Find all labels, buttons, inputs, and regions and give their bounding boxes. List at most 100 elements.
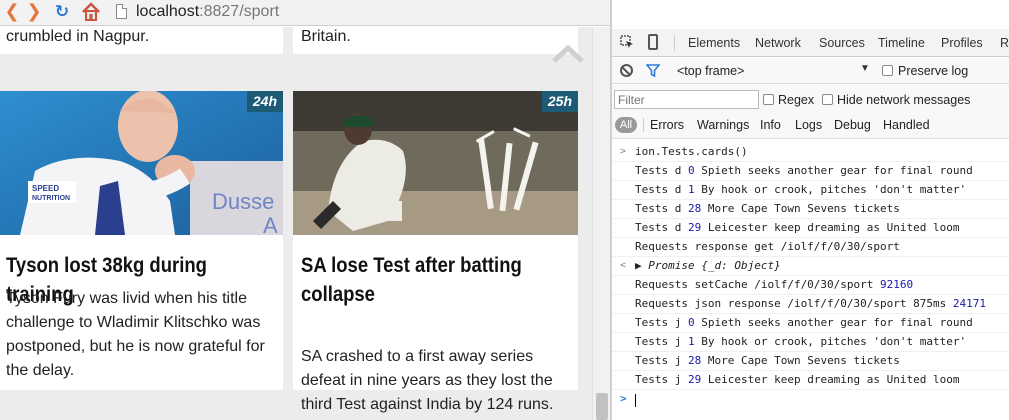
console-message-text: Tests d 28 More Cape Town Sevens tickets bbox=[635, 200, 900, 218]
article-card[interactable]: 25h SA lose Test after batting collapse … bbox=[293, 91, 578, 413]
console-message-text: Tests j 0 Spieth seeks another gear for … bbox=[635, 314, 973, 332]
url-host: localhost bbox=[136, 3, 200, 20]
previous-card-text: crumbled in Nagpur. bbox=[6, 28, 150, 45]
level-errors[interactable]: Errors bbox=[650, 118, 684, 132]
console-message: Requests setCache /iolf/f/0/30/sport 921… bbox=[612, 276, 1009, 295]
message-number: 0 bbox=[687, 316, 695, 329]
message-number: 28 bbox=[687, 202, 702, 215]
message-text: ion.Tests.cards() bbox=[635, 145, 748, 158]
device-mode-icon[interactable] bbox=[648, 34, 658, 50]
message-rest: Spieth seeks another gear for final roun… bbox=[694, 316, 973, 329]
frame-selector[interactable]: <top frame> bbox=[677, 64, 744, 78]
photo-sign-text: Dusse bbox=[212, 189, 274, 214]
message-number: 92160 bbox=[880, 278, 914, 291]
address-bar[interactable]: localhost:8827/sport bbox=[136, 2, 279, 22]
toolbar-separator bbox=[674, 35, 675, 51]
url-port: :8827 bbox=[199, 3, 240, 20]
preserve-log-checkbox[interactable] bbox=[882, 65, 893, 76]
message-text: Tests d bbox=[635, 202, 688, 215]
message-number: 29 bbox=[687, 221, 702, 234]
shirt-logo-text: SPEED bbox=[32, 184, 59, 193]
filter-input[interactable] bbox=[614, 90, 759, 109]
level-separator bbox=[643, 118, 644, 132]
article-photo[interactable]: 25h bbox=[293, 91, 578, 235]
console-message: Tests j 28 More Cape Town Sevens tickets bbox=[612, 352, 1009, 371]
console-message: Tests d 28 More Cape Town Sevens tickets bbox=[612, 200, 1009, 219]
console-message-text: Tests j 28 More Cape Town Sevens tickets bbox=[635, 352, 900, 370]
message-text: Tests j bbox=[635, 373, 688, 386]
message-rest: By hook or crook, pitches 'don't matter' bbox=[694, 183, 967, 196]
console-message: Tests j 1 By hook or crook, pitches 'don… bbox=[612, 333, 1009, 352]
message-number: 0 bbox=[687, 164, 695, 177]
page-scrollbar[interactable] bbox=[592, 27, 610, 420]
level-logs[interactable]: Logs bbox=[795, 118, 822, 132]
age-badge: 24h bbox=[246, 91, 283, 112]
article-title[interactable]: SA lose Test after batting collapse bbox=[301, 251, 565, 309]
hide-network-checkbox[interactable] bbox=[822, 94, 833, 105]
url-path: /sport bbox=[239, 3, 280, 20]
previous-card-text: Britain. bbox=[301, 28, 351, 45]
log-level-filters: All Errors Warnings Info Logs Debug Hand… bbox=[612, 113, 1009, 139]
dropdown-caret-icon[interactable]: ▼ bbox=[860, 63, 870, 74]
article-summary: Tyson Fury was livid when his title chal… bbox=[6, 290, 265, 379]
tab-sources[interactable]: Sources bbox=[819, 36, 865, 50]
previous-card[interactable]: Britain. bbox=[293, 27, 578, 54]
prompt-chevron-icon: > bbox=[620, 392, 627, 405]
console-message-text: Tests j 1 By hook or crook, pitches 'don… bbox=[635, 333, 966, 351]
console-filterbar: Regex Hide network messages bbox=[612, 85, 1009, 113]
message-text: Tests j bbox=[635, 335, 688, 348]
article-summary: SA crashed to a first away series defeat… bbox=[301, 348, 554, 413]
scrollbar-thumb[interactable] bbox=[596, 393, 608, 420]
console-output: > ion.Tests.cards() Tests d 0 Spieth seeks… bbox=[612, 143, 1009, 410]
message-number: 1 bbox=[687, 335, 695, 348]
message-text: Tests j bbox=[635, 354, 688, 367]
chevron-up-icon[interactable] bbox=[551, 43, 585, 65]
regex-checkbox[interactable] bbox=[763, 94, 774, 105]
message-rest: By hook or crook, pitches 'don't matter' bbox=[694, 335, 967, 348]
console-message-text: Requests setCache /iolf/f/0/30/sport 921… bbox=[635, 276, 913, 294]
page-viewport: crumbled in Nagpur. Britain. Dusse A SPE… bbox=[0, 27, 592, 420]
tab-resources[interactable]: Re bbox=[1000, 36, 1009, 50]
photo-sign-text-2: A bbox=[263, 213, 278, 235]
console-message: Tests j 29 Leicester keep dreaming as Un… bbox=[612, 371, 1009, 390]
console-message-text: ▶ Promise {_d: Object} bbox=[635, 257, 781, 275]
message-number: 1 bbox=[687, 183, 695, 196]
level-debug[interactable]: Debug bbox=[834, 118, 871, 132]
level-warnings[interactable]: Warnings bbox=[697, 118, 749, 132]
console-message-text: Tests d 1 By hook or crook, pitches 'don… bbox=[635, 181, 966, 199]
message-rest: More Cape Town Sevens tickets bbox=[701, 202, 900, 215]
tab-timeline[interactable]: Timeline bbox=[878, 36, 925, 50]
tab-elements[interactable]: Elements bbox=[688, 36, 740, 50]
home-icon[interactable] bbox=[80, 1, 102, 23]
console-gutter-icon: < bbox=[620, 260, 627, 271]
clear-console-icon[interactable] bbox=[620, 64, 633, 77]
message-number: 28 bbox=[687, 354, 702, 367]
previous-card[interactable]: crumbled in Nagpur. bbox=[0, 27, 283, 54]
console-message-text: Requests json response /iolf/f/0/30/spor… bbox=[635, 295, 986, 313]
message-text: Requests json response /iolf/f/0/30/spor… bbox=[635, 297, 953, 310]
article-card[interactable]: Dusse A SPEED NUTRITION 24h Tyson lost 3… bbox=[0, 91, 283, 390]
message-text: Tests d bbox=[635, 221, 688, 234]
console-message: Tests j 0 Spieth seeks another gear for … bbox=[612, 314, 1009, 333]
level-handled[interactable]: Handled bbox=[883, 118, 930, 132]
message-text: Requests response get /iolf/f/0/30/sport bbox=[635, 240, 900, 253]
back-icon[interactable]: ❮ bbox=[2, 2, 22, 22]
message-text: Requests setCache /iolf/f/0/30/sport bbox=[635, 278, 881, 291]
hide-network-label: Hide network messages bbox=[837, 93, 971, 107]
message-text: Tests j bbox=[635, 316, 688, 329]
forward-icon[interactable]: ❯ bbox=[24, 2, 44, 22]
level-all[interactable]: All bbox=[615, 117, 637, 133]
shirt-logo-text-2: NUTRITION bbox=[32, 195, 70, 202]
console-message: > ion.Tests.cards() bbox=[612, 143, 1009, 162]
console-message-text: Requests response get /iolf/f/0/30/sport bbox=[635, 238, 900, 256]
regex-label: Regex bbox=[778, 93, 815, 107]
tab-profiles[interactable]: Profiles bbox=[941, 36, 983, 50]
inspect-icon[interactable] bbox=[620, 35, 634, 49]
console-prompt[interactable]: > bbox=[612, 390, 1009, 410]
article-photo[interactable]: Dusse A SPEED NUTRITION 24h bbox=[0, 91, 283, 235]
level-info[interactable]: Info bbox=[760, 118, 781, 132]
filter-icon[interactable] bbox=[645, 64, 661, 78]
reload-icon[interactable]: ↻ bbox=[52, 2, 72, 22]
message-rest: Leicester keep dreaming as United loom bbox=[701, 221, 960, 234]
tab-network[interactable]: Network bbox=[755, 36, 801, 50]
